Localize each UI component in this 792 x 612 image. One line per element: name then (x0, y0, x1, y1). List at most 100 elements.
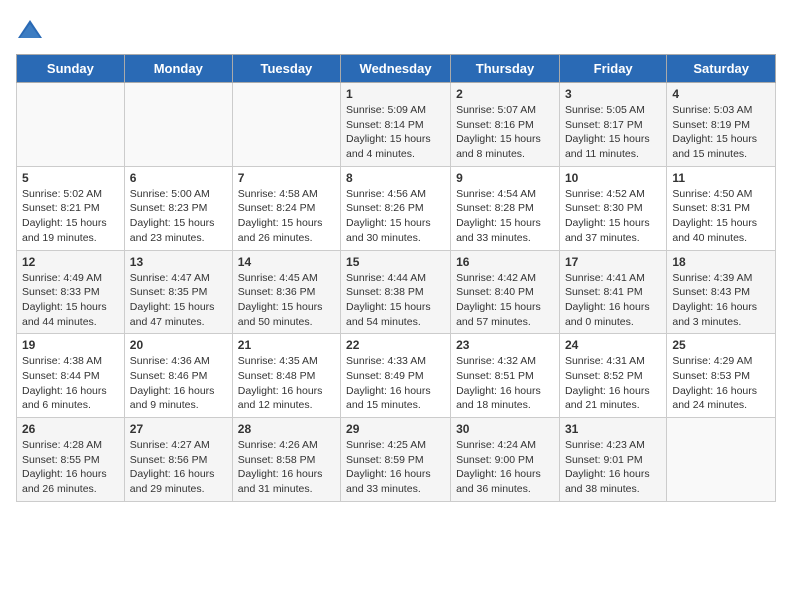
day-number: 21 (238, 338, 335, 352)
day-info: Sunrise: 4:28 AM Sunset: 8:55 PM Dayligh… (22, 438, 119, 497)
calendar-cell: 21 Sunrise: 4:35 AM Sunset: 8:48 PM Dayli… (232, 334, 340, 418)
day-number: 7 (238, 171, 335, 185)
calendar-week-row: 1 Sunrise: 5:09 AM Sunset: 8:14 PM Daylig… (17, 83, 776, 167)
day-info: Sunrise: 4:42 AM Sunset: 8:40 PM Dayligh… (456, 271, 554, 330)
calendar-cell: 30 Sunrise: 4:24 AM Sunset: 9:00 PM Dayli… (451, 418, 560, 502)
calendar-cell: 28Sunrise: 4:26 AM Sunset: 8:58 PM Dayli… (232, 418, 340, 502)
day-number: 28 (238, 422, 335, 436)
header-day: Thursday (451, 55, 560, 83)
calendar-cell: 18Sunrise: 4:39 AM Sunset: 8:43 PM Dayli… (667, 250, 776, 334)
calendar-cell (232, 83, 340, 167)
logo (16, 16, 48, 44)
calendar-week-row: 26 Sunrise: 4:28 AM Sunset: 8:55 PM Dayli… (17, 418, 776, 502)
day-number: 10 (565, 171, 661, 185)
day-number: 13 (130, 255, 227, 269)
day-number: 6 (130, 171, 227, 185)
day-number: 14 (238, 255, 335, 269)
day-info: Sunrise: 4:52 AM Sunset: 8:30 PM Dayligh… (565, 187, 661, 246)
day-info: Sunrise: 5:09 AM Sunset: 8:14 PM Dayligh… (346, 103, 445, 162)
calendar-cell (124, 83, 232, 167)
day-number: 31 (565, 422, 661, 436)
day-info: Sunrise: 4:56 AM Sunset: 8:26 PM Dayligh… (346, 187, 445, 246)
day-info: Sunrise: 4:23 AM Sunset: 9:01 PM Dayligh… (565, 438, 661, 497)
header-day: Saturday (667, 55, 776, 83)
calendar-week-row: 5Sunrise: 5:02 AM Sunset: 8:21 PM Daylig… (17, 166, 776, 250)
header-day: Friday (559, 55, 666, 83)
calendar-cell: 19 Sunrise: 4:38 AM Sunset: 8:44 PM Dayli… (17, 334, 125, 418)
day-number: 27 (130, 422, 227, 436)
day-info: Sunrise: 4:35 AM Sunset: 8:48 PM Dayligh… (238, 354, 335, 413)
calendar-cell: 15 Sunrise: 4:44 AM Sunset: 8:38 PM Dayli… (341, 250, 451, 334)
day-info: Sunrise: 4:29 AM Sunset: 8:53 PM Dayligh… (672, 354, 770, 413)
day-number: 4 (672, 87, 770, 101)
day-number: 2 (456, 87, 554, 101)
calendar-cell: 14 Sunrise: 4:45 AM Sunset: 8:36 PM Dayli… (232, 250, 340, 334)
day-info: Sunrise: 4:36 AM Sunset: 8:46 PM Dayligh… (130, 354, 227, 413)
day-info: Sunrise: 4:31 AM Sunset: 8:52 PM Dayligh… (565, 354, 661, 413)
page-header (16, 16, 776, 44)
calendar-cell: 2 Sunrise: 5:07 AM Sunset: 8:16 PM Daylig… (451, 83, 560, 167)
day-info: Sunrise: 4:44 AM Sunset: 8:38 PM Dayligh… (346, 271, 445, 330)
day-info: Sunrise: 4:58 AM Sunset: 8:24 PM Dayligh… (238, 187, 335, 246)
calendar-cell: 11 Sunrise: 4:50 AM Sunset: 8:31 PM Dayli… (667, 166, 776, 250)
calendar-cell: 16 Sunrise: 4:42 AM Sunset: 8:40 PM Dayli… (451, 250, 560, 334)
day-number: 16 (456, 255, 554, 269)
calendar-table: SundayMondayTuesdayWednesdayThursdayFrid… (16, 54, 776, 502)
calendar-cell: 22 Sunrise: 4:33 AM Sunset: 8:49 PM Dayli… (341, 334, 451, 418)
calendar-cell: 20 Sunrise: 4:36 AM Sunset: 8:46 PM Dayli… (124, 334, 232, 418)
day-info: Sunrise: 4:41 AM Sunset: 8:41 PM Dayligh… (565, 271, 661, 330)
day-number: 30 (456, 422, 554, 436)
calendar-cell: 6 Sunrise: 5:00 AM Sunset: 8:23 PM Daylig… (124, 166, 232, 250)
calendar-cell: 31 Sunrise: 4:23 AM Sunset: 9:01 PM Dayli… (559, 418, 666, 502)
day-number: 9 (456, 171, 554, 185)
day-number: 11 (672, 171, 770, 185)
calendar-cell: 17Sunrise: 4:41 AM Sunset: 8:41 PM Dayli… (559, 250, 666, 334)
day-number: 20 (130, 338, 227, 352)
day-info: Sunrise: 5:07 AM Sunset: 8:16 PM Dayligh… (456, 103, 554, 162)
calendar-header: SundayMondayTuesdayWednesdayThursdayFrid… (17, 55, 776, 83)
day-number: 19 (22, 338, 119, 352)
calendar-body: 1 Sunrise: 5:09 AM Sunset: 8:14 PM Daylig… (17, 83, 776, 502)
day-number: 15 (346, 255, 445, 269)
day-number: 18 (672, 255, 770, 269)
day-info: Sunrise: 4:54 AM Sunset: 8:28 PM Dayligh… (456, 187, 554, 246)
day-info: Sunrise: 5:05 AM Sunset: 8:17 PM Dayligh… (565, 103, 661, 162)
day-info: Sunrise: 4:33 AM Sunset: 8:49 PM Dayligh… (346, 354, 445, 413)
calendar-cell: 10 Sunrise: 4:52 AM Sunset: 8:30 PM Dayli… (559, 166, 666, 250)
calendar-cell: 1 Sunrise: 5:09 AM Sunset: 8:14 PM Daylig… (341, 83, 451, 167)
day-info: Sunrise: 4:45 AM Sunset: 8:36 PM Dayligh… (238, 271, 335, 330)
calendar-week-row: 19 Sunrise: 4:38 AM Sunset: 8:44 PM Dayli… (17, 334, 776, 418)
day-info: Sunrise: 4:50 AM Sunset: 8:31 PM Dayligh… (672, 187, 770, 246)
day-number: 1 (346, 87, 445, 101)
calendar-cell: 9 Sunrise: 4:54 AM Sunset: 8:28 PM Daylig… (451, 166, 560, 250)
calendar-cell: 29 Sunrise: 4:25 AM Sunset: 8:59 PM Dayli… (341, 418, 451, 502)
logo-icon (16, 16, 44, 44)
day-info: Sunrise: 4:24 AM Sunset: 9:00 PM Dayligh… (456, 438, 554, 497)
calendar-cell: 12Sunrise: 4:49 AM Sunset: 8:33 PM Dayli… (17, 250, 125, 334)
day-number: 25 (672, 338, 770, 352)
day-number: 5 (22, 171, 119, 185)
calendar-cell: 25 Sunrise: 4:29 AM Sunset: 8:53 PM Dayli… (667, 334, 776, 418)
calendar-cell: 7 Sunrise: 4:58 AM Sunset: 8:24 PM Daylig… (232, 166, 340, 250)
header-day: Tuesday (232, 55, 340, 83)
calendar-cell: 4 Sunrise: 5:03 AM Sunset: 8:19 PM Daylig… (667, 83, 776, 167)
day-info: Sunrise: 4:38 AM Sunset: 8:44 PM Dayligh… (22, 354, 119, 413)
calendar-cell: 24 Sunrise: 4:31 AM Sunset: 8:52 PM Dayli… (559, 334, 666, 418)
day-info: Sunrise: 5:00 AM Sunset: 8:23 PM Dayligh… (130, 187, 227, 246)
calendar-cell: 5Sunrise: 5:02 AM Sunset: 8:21 PM Daylig… (17, 166, 125, 250)
day-number: 23 (456, 338, 554, 352)
calendar-cell: 3Sunrise: 5:05 AM Sunset: 8:17 PM Daylig… (559, 83, 666, 167)
day-number: 24 (565, 338, 661, 352)
day-info: Sunrise: 4:32 AM Sunset: 8:51 PM Dayligh… (456, 354, 554, 413)
header-day: Monday (124, 55, 232, 83)
day-number: 26 (22, 422, 119, 436)
day-number: 22 (346, 338, 445, 352)
day-info: Sunrise: 4:25 AM Sunset: 8:59 PM Dayligh… (346, 438, 445, 497)
calendar-cell (667, 418, 776, 502)
calendar-cell (17, 83, 125, 167)
day-number: 29 (346, 422, 445, 436)
header-day: Sunday (17, 55, 125, 83)
header-day: Wednesday (341, 55, 451, 83)
calendar-cell: 27Sunrise: 4:27 AM Sunset: 8:56 PM Dayli… (124, 418, 232, 502)
day-info: Sunrise: 5:03 AM Sunset: 8:19 PM Dayligh… (672, 103, 770, 162)
